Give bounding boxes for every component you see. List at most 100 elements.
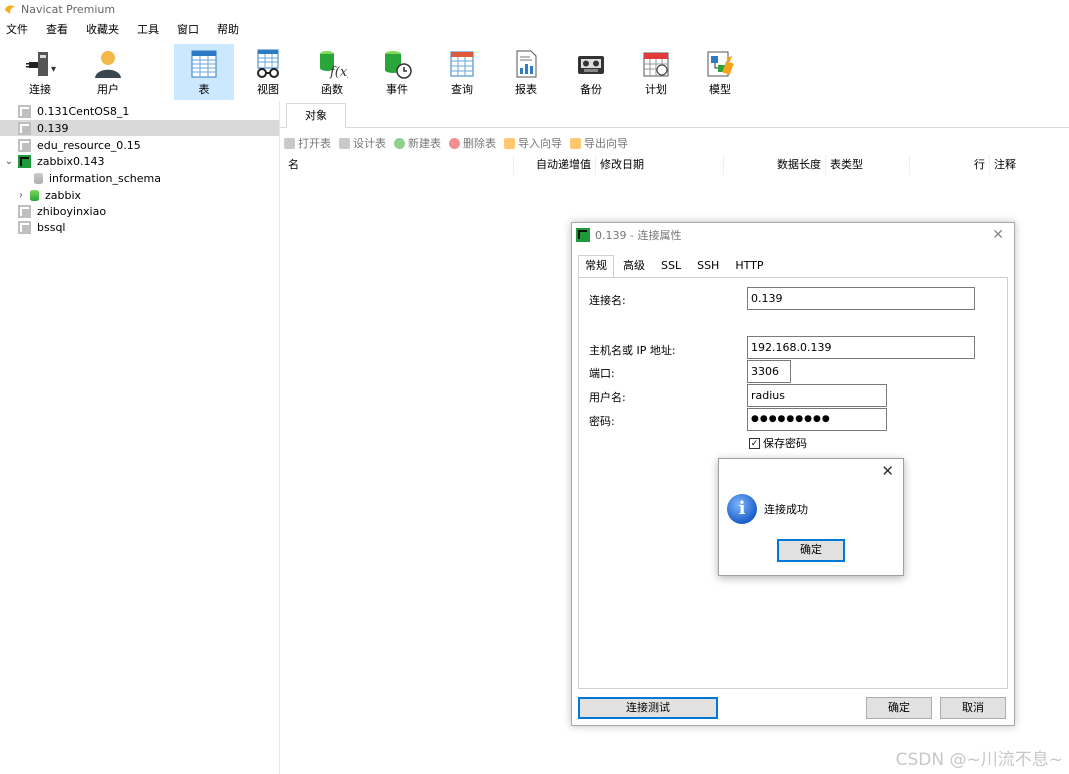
tab-general[interactable]: 常规	[578, 255, 614, 277]
connection-icon	[18, 220, 31, 234]
checkmark-icon: ✓	[749, 437, 760, 449]
open-table-button[interactable]: 打开表	[284, 135, 331, 151]
navicat-logo-icon	[4, 3, 16, 15]
connection-open-icon	[18, 154, 31, 168]
connection-icon	[18, 121, 31, 135]
cancel-button[interactable]: 取消	[940, 697, 1006, 719]
username-field[interactable]: radius	[747, 384, 887, 407]
tree-item-connection-open[interactable]: ⌄ zabbix0.143	[0, 153, 279, 169]
event-button[interactable]: 事件	[367, 44, 427, 100]
table-button[interactable]: 表	[174, 44, 234, 100]
menu-window[interactable]: 窗口	[177, 21, 199, 37]
tree-item-database[interactable]: information_schema	[0, 170, 279, 186]
menu-file[interactable]: 文件	[6, 21, 28, 37]
tree-item-database-open[interactable]: › zabbix	[0, 187, 279, 203]
user-button[interactable]: 用户	[78, 44, 138, 100]
tree-item-connection[interactable]: bssql	[0, 219, 279, 235]
conn-name-label: 连接名:	[589, 294, 626, 307]
chevron-right-icon[interactable]: ›	[16, 190, 26, 201]
database-icon	[30, 189, 39, 201]
connection-success-message-box: ✕ i 连接成功 确定	[718, 458, 904, 576]
event-clock-icon	[381, 48, 413, 80]
password-field[interactable]: ●●●●●●●●●	[747, 408, 887, 431]
export-wizard-button[interactable]: 导出向导	[570, 135, 628, 151]
calendar-icon	[640, 48, 672, 80]
tab-ssh[interactable]: SSH	[690, 255, 726, 277]
host-field[interactable]: 192.168.0.139	[747, 336, 975, 359]
tree-item-connection[interactable]: zhiboyinxiao	[0, 203, 279, 219]
port-field[interactable]: 3306	[747, 360, 791, 383]
svg-text:▾: ▾	[51, 64, 56, 75]
test-connection-button[interactable]: 连接测试	[578, 697, 718, 719]
col-name[interactable]: 名	[284, 155, 514, 175]
col-comment[interactable]: 注释	[990, 155, 1060, 175]
model-button[interactable]: 模型	[690, 44, 750, 100]
object-list-header: 名 自动递增值 修改日期 数据长度 表类型 行 注释	[282, 155, 1067, 175]
watermark: CSDN @~川流不息~	[895, 750, 1063, 770]
chevron-down-icon[interactable]: ⌄	[4, 156, 14, 167]
main-toolbar: ▾ 连接 用户 表 视图 f(x) 函数 事件 查询	[0, 42, 1069, 100]
query-button[interactable]: 查询	[432, 44, 492, 100]
schedule-button[interactable]: 计划	[626, 44, 686, 100]
report-button[interactable]: 报表	[496, 44, 556, 100]
connection-icon	[576, 228, 590, 242]
password-label: 密码:	[589, 415, 615, 428]
conn-name-field[interactable]: 0.139	[747, 287, 975, 310]
object-toolbar: 打开表 设计表 新建表 删除表 导入向导 导出向导	[284, 133, 636, 153]
delete-table-icon	[449, 137, 460, 149]
database-icon	[34, 172, 43, 184]
menu-help[interactable]: 帮助	[217, 21, 239, 37]
table-icon	[188, 48, 220, 80]
menu-view[interactable]: 查看	[46, 21, 68, 37]
model-icon	[704, 48, 736, 80]
info-icon: i	[727, 494, 757, 524]
backup-button[interactable]: 备份	[561, 44, 621, 100]
tab-objects[interactable]: 对象	[286, 103, 346, 128]
new-table-icon	[394, 137, 405, 149]
col-modified-date[interactable]: 修改日期	[596, 155, 724, 175]
tree-item-connection-selected[interactable]: 0.139	[0, 120, 279, 136]
tab-http[interactable]: HTTP	[728, 255, 770, 277]
tree-item-connection[interactable]: edu_resource_0.15	[0, 137, 279, 153]
export-icon	[570, 137, 581, 149]
menu-favorites[interactable]: 收藏夹	[86, 21, 119, 37]
close-icon[interactable]: ✕	[881, 462, 894, 480]
import-wizard-button[interactable]: 导入向导	[504, 135, 562, 151]
plug-icon: ▾	[24, 48, 56, 80]
menu-tools[interactable]: 工具	[137, 21, 159, 37]
open-table-icon	[284, 137, 295, 149]
connection-tree: 0.131CentOS8_1 0.139 edu_resource_0.15 ⌄…	[0, 101, 280, 774]
save-password-checkbox[interactable]: ✓ 保存密码	[749, 435, 807, 451]
tab-advanced[interactable]: 高级	[616, 255, 652, 277]
dialog-title-bar: 0.139 - 连接属性	[572, 223, 1014, 247]
message-ok-button[interactable]: 确定	[777, 539, 845, 562]
design-table-button[interactable]: 设计表	[339, 135, 386, 151]
function-icon: f(x)	[316, 48, 352, 80]
new-table-button[interactable]: 新建表	[394, 135, 441, 151]
svg-text:f(x): f(x)	[329, 65, 348, 80]
username-label: 用户名:	[589, 391, 626, 404]
col-auto-increment[interactable]: 自动递增值	[532, 155, 596, 175]
menu-bar: 文件 查看 收藏夹 工具 窗口 帮助	[0, 18, 1069, 40]
object-tab-bar: 对象	[280, 102, 1069, 128]
close-icon[interactable]: ✕	[992, 227, 1004, 243]
app-title: Navicat Premium	[21, 2, 116, 16]
col-rows[interactable]: 行	[910, 155, 990, 175]
ok-button[interactable]: 确定	[866, 697, 932, 719]
tree-item-connection[interactable]: 0.131CentOS8_1	[0, 103, 279, 119]
function-button[interactable]: f(x) 函数	[302, 44, 362, 100]
backup-tape-icon	[575, 48, 607, 80]
user-icon	[92, 48, 124, 80]
connect-button[interactable]: ▾ 连接	[10, 44, 70, 100]
import-icon	[504, 137, 515, 149]
dialog-tabs: 常规 高级 SSL SSH HTTP	[578, 255, 773, 277]
delete-table-button[interactable]: 删除表	[449, 135, 496, 151]
message-text: 连接成功	[764, 503, 808, 516]
design-table-icon	[339, 137, 350, 149]
tab-ssl[interactable]: SSL	[654, 255, 688, 277]
col-data-length[interactable]: 数据长度	[724, 155, 826, 175]
connection-icon	[18, 138, 31, 152]
col-table-type[interactable]: 表类型	[826, 155, 910, 175]
view-button[interactable]: 视图	[238, 44, 298, 100]
connection-icon	[18, 104, 31, 118]
